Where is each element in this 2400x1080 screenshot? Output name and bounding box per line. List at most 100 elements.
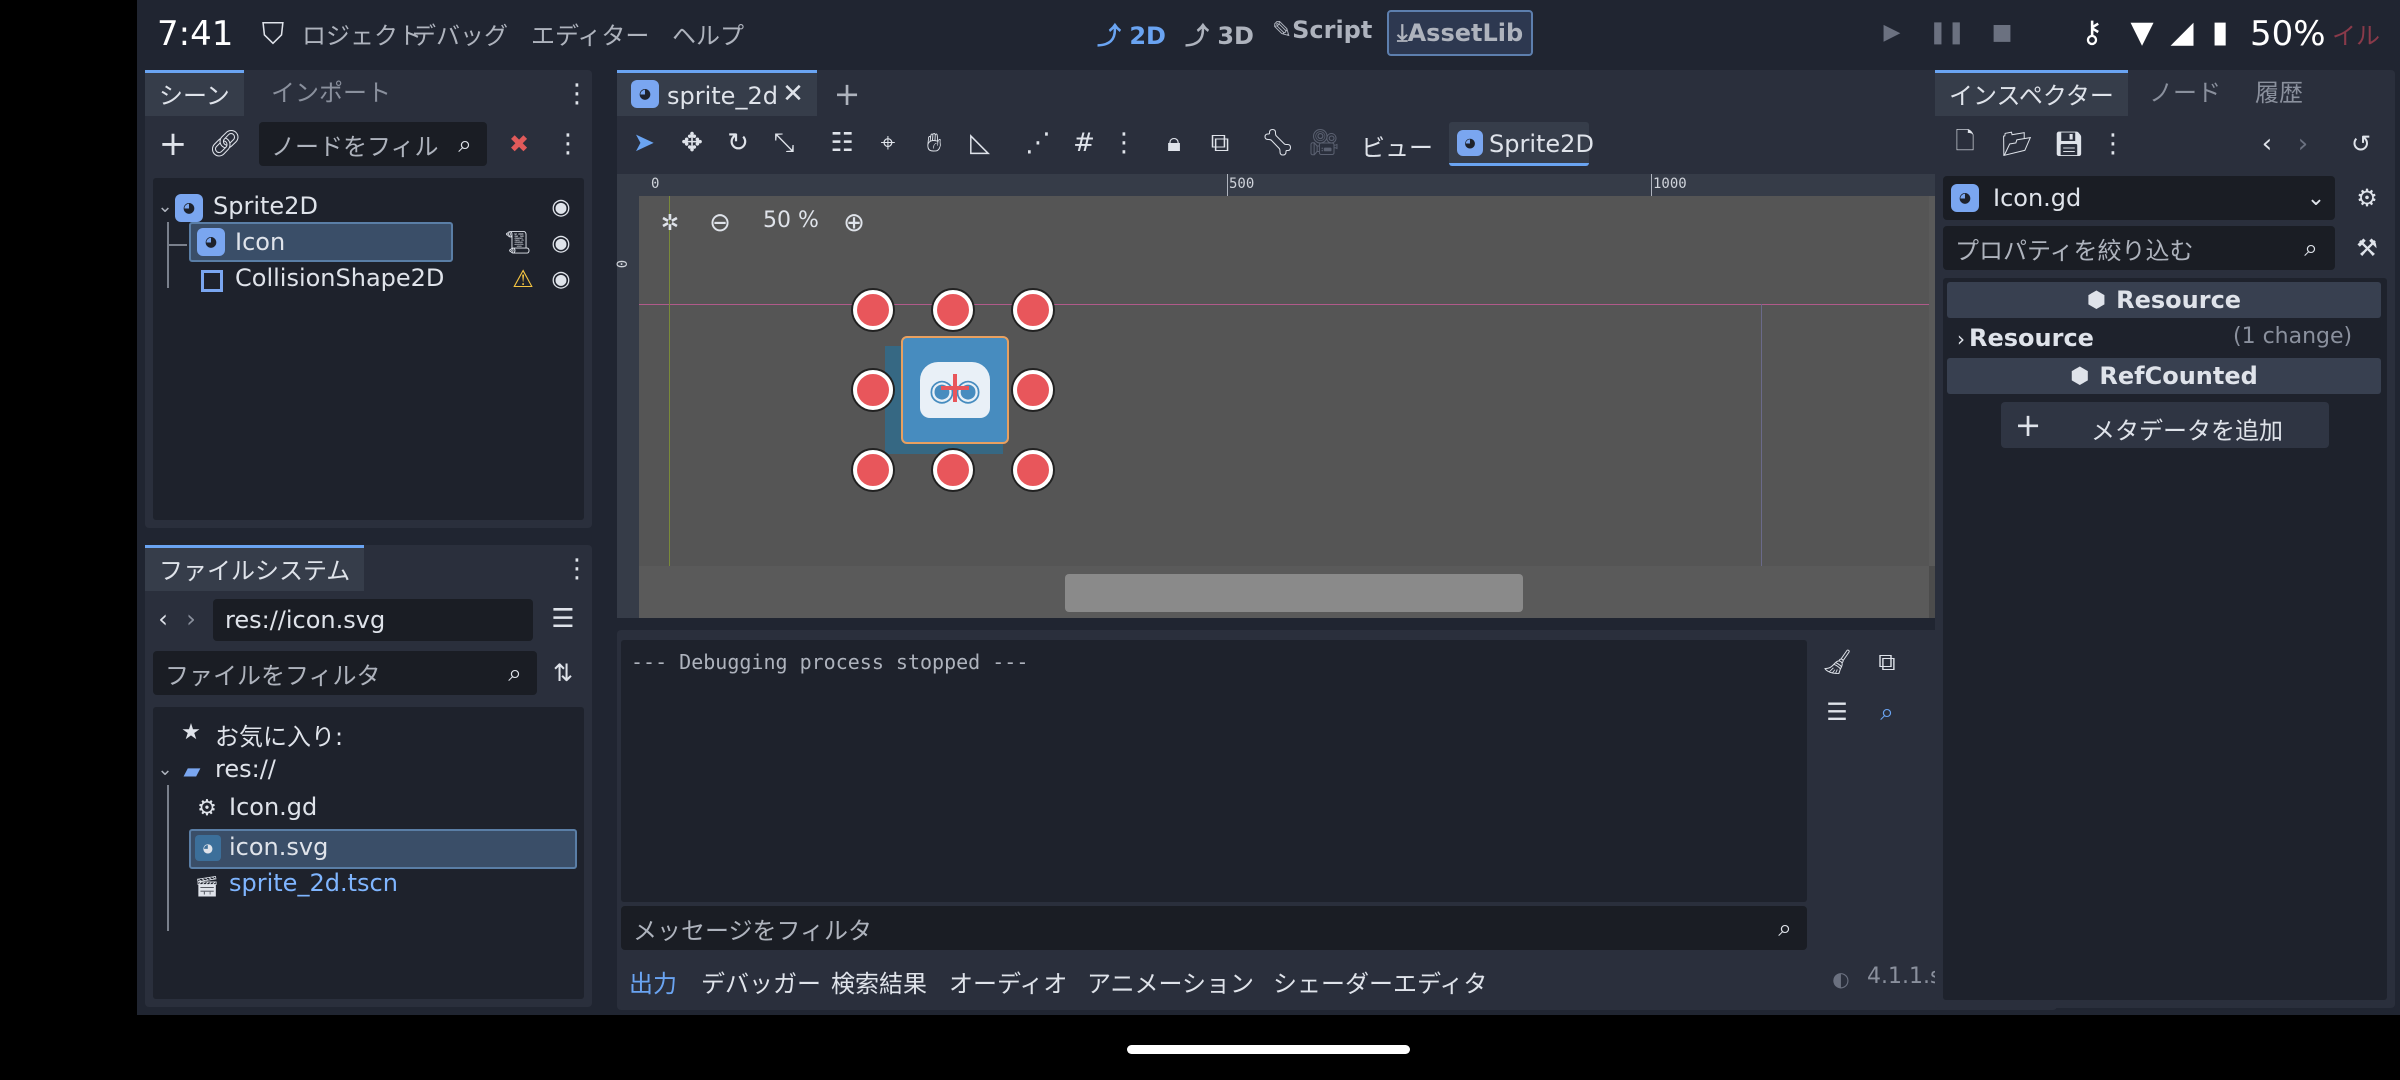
history-forward-icon[interactable]: ›	[2289, 126, 2317, 162]
bottom-tab-debugger[interactable]: デバッガー	[701, 964, 821, 999]
menu-editor[interactable]: エディター	[531, 16, 649, 51]
more-icon[interactable]: ⋮	[553, 124, 583, 164]
resource-group-label[interactable]: Resource	[1969, 324, 2094, 352]
zoom-in-icon[interactable]: ⊕	[839, 208, 869, 238]
group-icon[interactable]: ⧉	[1201, 124, 1239, 162]
search-icon[interactable]: ⌕	[1867, 692, 1907, 732]
file-icon-gd[interactable]: Icon.gd	[229, 793, 317, 821]
snap-options-icon[interactable]: ⋮	[1111, 124, 1137, 162]
forward-chevron-icon[interactable]: ›	[179, 601, 203, 637]
scale-tool-icon[interactable]: ⤡	[765, 124, 803, 162]
visibility-eye-icon[interactable]: ◉	[545, 192, 577, 222]
bottom-tab-audio[interactable]: オーディオ	[949, 964, 1067, 999]
section-refcounted-header[interactable]: ⬢ RefCounted	[1947, 358, 2381, 394]
resize-handle-l[interactable]	[853, 370, 893, 410]
add-node-button[interactable]: +	[153, 124, 193, 164]
gesture-navigation-bar[interactable]	[1127, 1045, 1410, 1054]
visibility-eye-icon[interactable]: ◉	[545, 264, 577, 294]
menu-debug[interactable]: デバッグ	[412, 16, 508, 51]
menu-project[interactable]: ロジェクト	[302, 16, 422, 51]
resize-handle-t[interactable]	[933, 290, 973, 330]
menu-help[interactable]: ヘルプ	[672, 16, 744, 51]
resize-handle-bl[interactable]	[853, 450, 893, 490]
script-remove-icon[interactable]: ✖	[499, 124, 539, 164]
workspace-3d[interactable]: ⤴ 3D	[1185, 16, 1254, 51]
move-tool-icon[interactable]: ✥	[673, 124, 711, 162]
file-sprite-2d-tscn[interactable]: sprite_2d.tscn	[229, 869, 398, 897]
view-menu[interactable]: ビュー	[1361, 128, 1433, 163]
script-attached-icon[interactable]: 📜︎	[503, 228, 533, 258]
file-icon-svg[interactable]: icon.svg	[229, 833, 328, 861]
tab-import[interactable]: インポート	[257, 70, 405, 116]
copy-icon[interactable]: ⧉	[1867, 642, 1907, 682]
visibility-eye-icon[interactable]: ◉	[545, 228, 577, 258]
open-folder-icon[interactable]: 📂︎	[1999, 126, 2035, 162]
pan-tool-icon[interactable]: ✋︎	[915, 124, 953, 162]
link-icon[interactable]: 🔗︎	[205, 124, 245, 164]
back-chevron-icon[interactable]: ‹	[151, 601, 175, 637]
property-filter-input[interactable]: プロパティを絞り込む	[1943, 226, 2335, 270]
chevron-down-icon[interactable]: ⌄	[2301, 182, 2331, 214]
more-icon[interactable]: ⋮	[2100, 126, 2126, 162]
lock-icon[interactable]: 🔒︎	[1155, 124, 1193, 162]
save-icon[interactable]: 💾︎	[2051, 126, 2087, 162]
smart-snap-icon[interactable]: ⋰	[1019, 124, 1057, 162]
play-icon[interactable]: ▶	[1872, 14, 1912, 50]
new-resource-icon[interactable]: 🗋︎	[1947, 126, 1983, 162]
center-view-icon[interactable]: ✲	[653, 206, 687, 240]
kebab-menu-icon[interactable]: ⋮	[564, 551, 590, 587]
chevron-down-icon[interactable]: ⌄	[155, 755, 175, 783]
tree-item-sprite2d[interactable]: Sprite2D	[213, 192, 318, 220]
chevron-right-icon[interactable]: ›	[1953, 324, 1969, 354]
bottom-tab-search-results[interactable]: 検索結果	[831, 964, 927, 999]
workspace-script[interactable]: ✎Script	[1272, 16, 1372, 44]
resize-handle-tl[interactable]	[853, 290, 893, 330]
bottom-tab-output[interactable]: 出力	[629, 964, 677, 999]
split-view-icon[interactable]: ☰	[545, 601, 581, 637]
viewport-canvas[interactable]: ✲ ⊖ 50 % ⊕ ◉◉	[639, 196, 2057, 618]
tab-inspector[interactable]: インスペクター	[1935, 70, 2128, 116]
workspace-2d[interactable]: ⤴ 2D	[1097, 16, 1166, 51]
section-resource-header[interactable]: ⬢ Resource	[1947, 282, 2381, 318]
camera-icon[interactable]: 🎥︎	[1305, 124, 1343, 162]
tab-scene[interactable]: シーン	[145, 70, 244, 116]
resize-handle-r[interactable]	[1013, 370, 1053, 410]
node-type-button[interactable]: ◕ Sprite2D	[1449, 122, 1594, 166]
add-tab-icon[interactable]: +	[829, 75, 865, 113]
list-select-icon[interactable]: ☷	[823, 124, 861, 162]
select-tool-icon[interactable]: ➤	[625, 124, 663, 162]
add-metadata-button[interactable]: + メタデータを追加	[2001, 402, 2329, 448]
stop-icon[interactable]: ■	[1982, 14, 2022, 50]
collapse-icon[interactable]: ☰	[1817, 692, 1857, 732]
favorites-label[interactable]: お気に入り:	[215, 717, 343, 752]
kebab-menu-icon[interactable]: ⋮	[564, 76, 590, 112]
folder-res[interactable]: res://	[215, 755, 276, 783]
tab-filesystem[interactable]: ファイルシステム	[145, 545, 365, 591]
zoom-out-icon[interactable]: ⊖	[705, 208, 735, 238]
file-filter-input[interactable]: ファイルをフィルタ	[153, 651, 537, 695]
grid-snap-icon[interactable]: #	[1065, 124, 1103, 162]
history-back-icon[interactable]: ‹	[2253, 126, 2281, 162]
tree-item-collisionshape2d[interactable]: CollisionShape2D	[235, 264, 444, 292]
warning-icon[interactable]: ⚠	[509, 264, 537, 294]
path-field[interactable]: res://icon.svg	[213, 599, 533, 641]
rotate-tool-icon[interactable]: ↻	[719, 124, 757, 162]
workspace-assetlib[interactable]: ⤓AssetLib	[1387, 10, 1534, 56]
tree-item-icon[interactable]: Icon	[235, 228, 285, 256]
bone-icon[interactable]: 🦴︎	[1259, 124, 1297, 162]
chevron-down-icon[interactable]: ⌄	[155, 192, 175, 220]
message-filter-input[interactable]: メッセージをフィルタ	[621, 906, 1807, 950]
tree-row-selected[interactable]	[189, 222, 453, 262]
resize-handle-br[interactable]	[1013, 450, 1053, 490]
horizontal-scroll-thumb[interactable]	[1065, 574, 1523, 612]
history-icon[interactable]: ↺	[2343, 126, 2379, 162]
clear-log-icon[interactable]: 🧹︎	[1817, 642, 1857, 682]
pivot-tool-icon[interactable]: ⌖	[869, 124, 907, 162]
bottom-tab-shader-editor[interactable]: シェーダーエディタ	[1273, 964, 1487, 999]
resource-selector[interactable]: Icon.gd	[1943, 176, 2335, 220]
tab-history[interactable]: 履歴	[2241, 70, 2317, 116]
zoom-level[interactable]: 50 %	[763, 208, 819, 233]
pause-icon[interactable]: ❚❚	[1927, 14, 1967, 50]
close-icon[interactable]: ✕	[777, 78, 809, 110]
bottom-tab-animation[interactable]: アニメーション	[1087, 964, 1254, 999]
